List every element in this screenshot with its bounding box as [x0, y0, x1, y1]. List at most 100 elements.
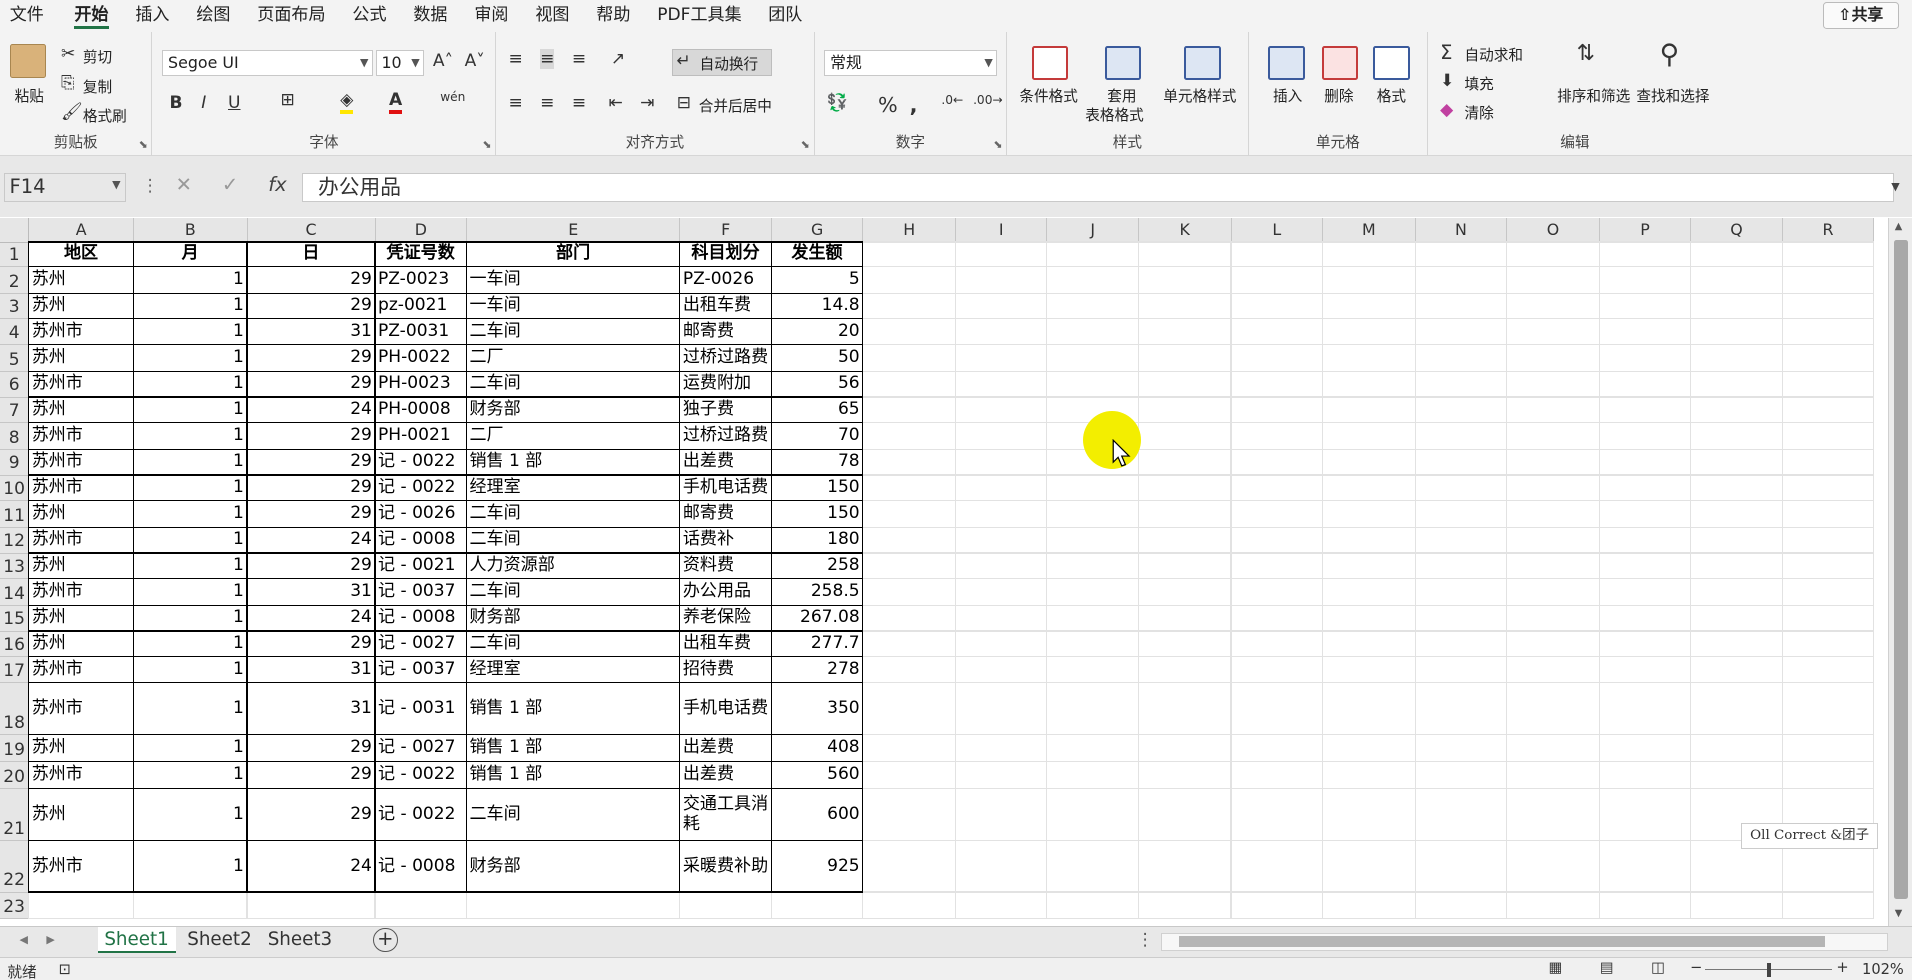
zoom-in-icon[interactable]: + [1836, 959, 1848, 976]
increase-decimal-icon[interactable]: .0← [941, 93, 963, 107]
table-cell[interactable]: 65 [772, 398, 862, 422]
table-cell[interactable]: 29 [248, 632, 375, 656]
add-sheet-icon[interactable]: + [373, 927, 398, 953]
table-cell[interactable]: 经理室 [467, 657, 679, 681]
bold-icon[interactable]: B [169, 93, 182, 113]
table-cell[interactable]: 1 [134, 423, 246, 449]
row-header-16[interactable]: 16 [0, 631, 30, 658]
tab-help[interactable]: 帮助 [596, 5, 630, 29]
table-cell[interactable]: 苏州市 [29, 372, 133, 396]
tab-view[interactable]: 视图 [535, 5, 569, 29]
table-cell[interactable]: 财务部 [467, 841, 679, 891]
table-cell[interactable]: 记 - 0008 [376, 528, 466, 552]
column-label[interactable]: 地区 [29, 243, 133, 266]
table-cell[interactable]: 招待费 [680, 657, 770, 681]
table-cell[interactable]: 277.7 [772, 632, 862, 656]
column-header-m[interactable]: M [1323, 218, 1416, 243]
border-icon[interactable]: ⊞ [280, 90, 294, 110]
chevron-down-icon[interactable]: ▼ [112, 178, 120, 191]
table-cell[interactable]: 600 [772, 789, 862, 840]
zoom-out-icon[interactable]: − [1690, 959, 1702, 976]
table-cell[interactable]: 人力资源部 [467, 554, 679, 578]
table-cell[interactable]: 1 [134, 579, 246, 605]
format-button[interactable]: 格式 [1377, 85, 1406, 106]
table-cell[interactable]: 180 [772, 528, 862, 552]
conditional-format-button[interactable]: 条件格式 [1019, 85, 1078, 106]
align-left-icon[interactable]: ≡ [508, 93, 522, 113]
table-cell[interactable]: 记 - 0026 [376, 501, 466, 527]
column-header-r[interactable]: R [1782, 218, 1875, 243]
column-header-f[interactable]: F [680, 218, 772, 243]
table-cell[interactable]: 苏州市 [29, 841, 133, 891]
table-cell[interactable]: 经理室 [467, 476, 679, 500]
table-cell[interactable]: 1 [134, 606, 246, 630]
copy-button[interactable]: 复制 [83, 76, 112, 97]
table-cell[interactable]: 1 [134, 294, 246, 318]
table-cell[interactable]: 记 - 0022 [376, 476, 466, 500]
table-cell[interactable]: 出差费 [680, 762, 770, 788]
table-cell[interactable]: PZ-0031 [376, 319, 466, 343]
table-cell[interactable]: 20 [772, 319, 862, 343]
table-cell[interactable]: 销售 1 部 [467, 762, 679, 788]
table-cell[interactable]: 办公用品 [680, 579, 770, 605]
table-cell[interactable]: 苏州市 [29, 657, 133, 681]
comma-style-icon[interactable]: , [910, 93, 918, 117]
table-cell[interactable]: 记 - 0022 [376, 762, 466, 788]
table-cell[interactable]: 苏州 [29, 294, 133, 318]
table-cell[interactable]: 1 [134, 372, 246, 396]
tab-team[interactable]: 团队 [768, 5, 802, 29]
merge-center-button[interactable]: 合并后居中 [699, 95, 772, 116]
row-header-18[interactable]: 18 [0, 682, 30, 736]
table-cell[interactable]: 记 - 0037 [376, 657, 466, 681]
table-cell[interactable]: 出租车费 [680, 632, 770, 656]
table-cell[interactable]: 手机电话费 [680, 476, 770, 500]
increase-font-icon[interactable]: A˄ [433, 51, 453, 71]
column-header-b[interactable]: B [134, 218, 248, 243]
dialog-launcher-icon[interactable]: ⬊ [482, 138, 491, 151]
more-options-icon[interactable]: ⋮ [141, 176, 158, 196]
table-cell[interactable]: 70 [772, 423, 862, 449]
table-cell[interactable]: 50 [772, 345, 862, 371]
table-cell[interactable]: 销售 1 部 [467, 683, 679, 734]
table-cell[interactable]: 记 - 0008 [376, 841, 466, 891]
fill-button[interactable]: 填充 [1464, 73, 1493, 94]
sheet-tab-3[interactable]: Sheet3 [261, 927, 339, 954]
table-cell[interactable]: 一车间 [467, 267, 679, 293]
column-header-i[interactable]: I [956, 218, 1048, 243]
column-label[interactable]: 日 [248, 243, 375, 266]
table-cell[interactable]: 1 [134, 632, 246, 656]
table-cell[interactable]: 记 - 0027 [376, 632, 466, 656]
column-header-c[interactable]: C [247, 218, 376, 243]
column-header-d[interactable]: D [375, 218, 468, 243]
table-cell[interactable]: 苏州 [29, 267, 133, 293]
macro-record-icon[interactable]: ⊡ [59, 961, 71, 978]
table-cell[interactable]: 出差费 [680, 735, 770, 761]
table-cell[interactable]: 1 [134, 528, 246, 552]
table-cell[interactable]: 二车间 [467, 501, 679, 527]
table-cell[interactable]: 运费附加 [680, 372, 770, 396]
column-header-j[interactable]: J [1047, 218, 1139, 243]
row-header-10[interactable]: 10 [0, 475, 30, 502]
table-cell[interactable]: 出租车费 [680, 294, 770, 318]
font-name-select[interactable]: Segoe UI ▼ [162, 49, 374, 76]
table-cell[interactable]: 24 [248, 841, 375, 891]
table-cell[interactable]: 29 [248, 501, 375, 527]
table-cell[interactable]: PZ-0023 [376, 267, 466, 293]
phonetic-icon[interactable]: wén [440, 90, 465, 104]
table-cell[interactable]: 1 [134, 657, 246, 681]
column-header-q[interactable]: Q [1691, 218, 1783, 243]
tab-insert[interactable]: 插入 [135, 5, 169, 29]
table-cell[interactable]: 29 [248, 450, 375, 474]
row-header-7[interactable]: 7 [0, 397, 30, 424]
scroll-up-icon[interactable]: ▲ [1895, 221, 1903, 232]
sheet-tab-2[interactable]: Sheet2 [180, 927, 258, 954]
table-cell[interactable]: 记 - 0008 [376, 606, 466, 630]
table-cell[interactable]: 29 [248, 476, 375, 500]
table-cell[interactable]: PH-0008 [376, 398, 466, 422]
prev-sheet-icon[interactable]: ◀ [20, 933, 28, 946]
table-cell[interactable]: 苏州市 [29, 579, 133, 605]
column-header-g[interactable]: G [771, 218, 864, 243]
page-layout-view-icon[interactable]: ▤ [1600, 959, 1614, 976]
table-cell[interactable]: 1 [134, 450, 246, 474]
zoom-slider-handle[interactable] [1766, 963, 1771, 977]
